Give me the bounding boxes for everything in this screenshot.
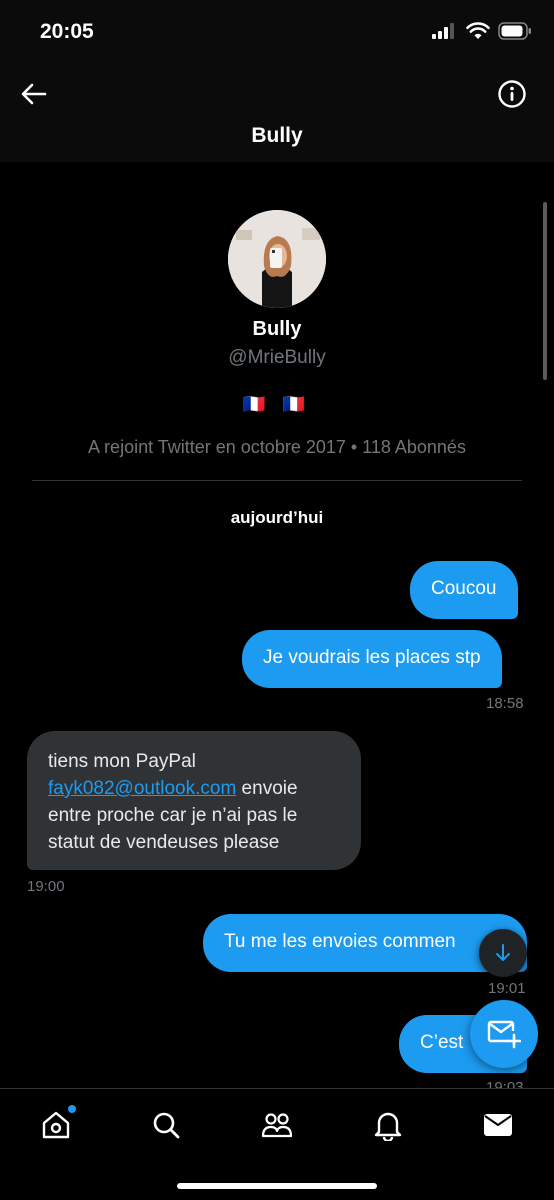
message-line: fayk082@outlook.com envoie bbox=[48, 775, 340, 802]
avatar[interactable] bbox=[228, 210, 326, 308]
status-time: 20:05 bbox=[40, 20, 94, 43]
conversation-info-button[interactable] bbox=[496, 78, 528, 110]
message-bubble-received[interactable]: tiens mon PayPal fayk082@outlook.com env… bbox=[27, 731, 361, 870]
battery-icon bbox=[498, 22, 531, 40]
mail-icon bbox=[484, 1114, 512, 1136]
message-text: envoie bbox=[236, 778, 298, 799]
notification-dot bbox=[68, 1105, 76, 1113]
profile-meta: A rejoint Twitter en octobre 2017 • 118 … bbox=[88, 437, 466, 457]
avatar-photo bbox=[228, 210, 326, 308]
profile-flags: 🇫🇷 🇫🇷 bbox=[243, 394, 311, 414]
tab-messages[interactable] bbox=[470, 1103, 526, 1147]
divider bbox=[32, 480, 522, 481]
message-text: Je voudrais les places stp bbox=[263, 647, 481, 668]
message-text: Coucou bbox=[431, 578, 497, 599]
search-icon bbox=[153, 1112, 180, 1139]
tab-search[interactable] bbox=[138, 1103, 194, 1147]
new-message-icon bbox=[487, 1020, 521, 1049]
message-timestamp: 19:03 bbox=[486, 1079, 524, 1088]
communities-icon bbox=[261, 1113, 293, 1138]
arrow-left-icon bbox=[21, 83, 47, 105]
cellular-signal-icon bbox=[432, 23, 454, 39]
conversation-header: Bully bbox=[0, 64, 554, 162]
conversation-title: Bully bbox=[251, 124, 303, 147]
message-line: statut de vendeuses please bbox=[48, 832, 280, 853]
message-timestamp: 19:01 bbox=[488, 980, 526, 997]
wifi-icon bbox=[466, 22, 490, 39]
message-line: entre proche car je n’ai pas le bbox=[48, 805, 298, 826]
message-bubble-sent[interactable]: Je voudrais les places stp bbox=[242, 630, 502, 688]
message-line: tiens mon PayPal bbox=[48, 751, 196, 772]
message-timestamp: 18:58 bbox=[486, 695, 524, 712]
home-indicator[interactable] bbox=[177, 1183, 377, 1189]
back-button[interactable] bbox=[16, 76, 52, 112]
scroll-to-bottom-button[interactable] bbox=[479, 929, 527, 977]
message-bubble-sent[interactable]: Coucou bbox=[410, 561, 518, 619]
status-icons bbox=[432, 22, 532, 40]
tab-communities[interactable] bbox=[249, 1103, 305, 1147]
message-bubble-sent[interactable]: Tu me les envoies commen bbox=[203, 914, 527, 972]
home-icon bbox=[42, 1111, 70, 1139]
profile-handle[interactable]: @MrieBully bbox=[0, 347, 554, 369]
arrow-down-icon bbox=[496, 944, 510, 961]
bell-icon bbox=[374, 1112, 402, 1141]
message-text: Tu me les envoies commen bbox=[224, 931, 456, 952]
message-timestamp: 19:00 bbox=[27, 878, 65, 895]
status-bar: 20:05 bbox=[0, 0, 554, 64]
new-message-button[interactable] bbox=[470, 1000, 538, 1068]
tab-notifications[interactable] bbox=[360, 1103, 416, 1147]
info-icon bbox=[498, 80, 526, 108]
email-link[interactable]: fayk082@outlook.com bbox=[48, 778, 236, 799]
tab-home[interactable] bbox=[28, 1103, 84, 1147]
profile-name[interactable]: Bully bbox=[0, 318, 554, 341]
message-text: C’est bbox=[420, 1032, 464, 1053]
day-separator: aujourd’hui bbox=[230, 508, 324, 527]
